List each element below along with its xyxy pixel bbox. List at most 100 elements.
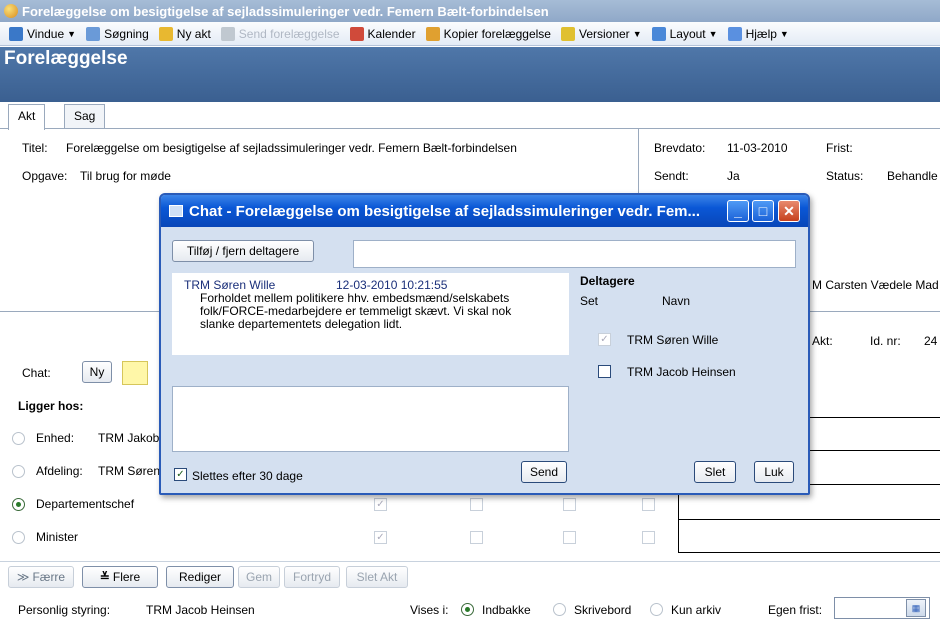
- more-button[interactable]: ≚ Flere: [82, 566, 158, 588]
- brevdato-value: 11-03-2010: [727, 141, 788, 155]
- toolbar-ny-akt-button[interactable]: Ny akt: [154, 23, 216, 45]
- kun-arkiv-label: Kun arkiv: [671, 603, 722, 617]
- radio-departementschef[interactable]: [12, 498, 25, 511]
- sendt-label: Sendt:: [654, 169, 689, 183]
- close-button[interactable]: Luk: [754, 461, 794, 483]
- close-icon[interactable]: ✕: [778, 200, 800, 222]
- status-label: Status:: [826, 169, 864, 183]
- send-button[interactable]: Send: [521, 461, 567, 483]
- versions-icon: [560, 26, 575, 41]
- toolbar-hjælp-button[interactable]: Hjælp ▼: [723, 23, 794, 45]
- chat-window-icon: [169, 205, 183, 217]
- edit-button[interactable]: Rediger: [166, 566, 234, 588]
- radio-kun-arkiv[interactable]: [650, 603, 663, 616]
- layout-icon: [651, 26, 666, 41]
- message-text: Forholdet mellem politikere hhv. embedsm…: [200, 291, 512, 331]
- send-icon: [220, 26, 235, 41]
- app-icon: [4, 4, 18, 18]
- afdeling-label: Afdeling:: [36, 464, 83, 478]
- radio-skrivebord[interactable]: [553, 603, 566, 616]
- chat-title: Chat - Forelæggelse om besigtigelse af s…: [189, 202, 700, 220]
- fewer-button[interactable]: ≫ Færre: [8, 566, 74, 588]
- tab-akt[interactable]: Akt: [8, 104, 46, 130]
- new-chat-button[interactable]: Ny: [82, 361, 112, 383]
- toolbar-vindue-button[interactable]: Vindue ▼: [4, 23, 81, 45]
- grid-line: [810, 417, 940, 418]
- grid-line: [678, 519, 940, 520]
- toolbar-layout-button[interactable]: Layout ▼: [647, 23, 723, 45]
- opgave-value: Til brug for møde: [80, 169, 171, 183]
- participant-seen-checkbox[interactable]: [598, 365, 611, 378]
- dropdown-arrow-icon[interactable]: ▼: [780, 29, 789, 39]
- toolbar-kalender-button[interactable]: Kalender: [345, 23, 421, 45]
- own-deadline-label: Egen frist:: [768, 603, 823, 617]
- grid-checkbox[interactable]: [470, 498, 483, 511]
- sendt-value: Ja: [727, 169, 740, 183]
- grid-checkbox[interactable]: [563, 531, 576, 544]
- window-title: Forelæggelse om besigtigelse af sejladss…: [22, 3, 549, 19]
- toolbar-kopier-forelæggelse-button[interactable]: Kopier forelæggelse: [421, 23, 556, 45]
- section-title: Forelæggelse: [4, 48, 128, 69]
- calendar-picker-icon[interactable]: ▦: [906, 599, 926, 617]
- titel-label: Titel:: [22, 141, 48, 155]
- titel-value: Forelæggelse om besigtigelse af sejladss…: [66, 141, 517, 155]
- chat-subject-input[interactable]: [353, 240, 796, 268]
- chat-label: Chat:: [22, 366, 51, 380]
- delete-akt-button[interactable]: Slet Akt: [346, 566, 408, 588]
- chat-title-bar[interactable]: Chat - Forelæggelse om besigtigelse af s…: [161, 195, 808, 227]
- brevdato-label: Brevdato:: [654, 141, 706, 155]
- save-button[interactable]: Gem: [238, 566, 280, 588]
- message-timestamp: 12-03-2010 10:21:55: [336, 278, 448, 292]
- chat-compose-input[interactable]: [172, 386, 569, 452]
- radio-minister[interactable]: [12, 531, 25, 544]
- dropdown-arrow-icon[interactable]: ▼: [67, 29, 76, 39]
- participants-col-seen: Set: [580, 294, 599, 308]
- grid-checkbox[interactable]: ✓: [374, 531, 387, 544]
- section-header: [0, 47, 940, 103]
- main-title-bar: Forelæggelse om besigtigelse af sejladss…: [0, 0, 940, 22]
- toolbar-versioner-button[interactable]: Versioner ▼: [556, 23, 647, 45]
- afdeling-value: TRM Søren: [98, 464, 161, 478]
- tab-sag[interactable]: Sag: [64, 104, 106, 128]
- idnr-value: 24: [924, 334, 938, 348]
- grid-checkbox[interactable]: ✓: [374, 498, 387, 511]
- grid-checkbox[interactable]: [470, 531, 483, 544]
- help-icon: [727, 26, 742, 41]
- radio-afdeling[interactable]: [12, 465, 25, 478]
- minister-label: Minister: [36, 530, 79, 544]
- delete-button[interactable]: Slet: [694, 461, 736, 483]
- new-document-icon: [158, 26, 173, 41]
- calendar-icon: [349, 26, 364, 41]
- separator: [0, 561, 940, 562]
- search-icon: [86, 26, 101, 41]
- add-remove-participants-button[interactable]: Tilføj / fjern deltagere: [172, 240, 314, 262]
- ligger-hos-heading: Ligger hos:: [18, 399, 84, 413]
- toolbar-label: Versioner: [578, 26, 630, 41]
- dropdown-arrow-icon[interactable]: ▼: [633, 29, 642, 39]
- dropdown-arrow-icon[interactable]: ▼: [709, 29, 718, 39]
- toolbar-send-forelæggelse-button[interactable]: Send forelæggelse: [216, 23, 345, 45]
- note-icon[interactable]: [122, 361, 148, 385]
- toolbar-søgning-button[interactable]: Søgning: [81, 23, 154, 45]
- double-chevron-down-icon: ≚: [99, 570, 110, 584]
- grid-checkbox[interactable]: [563, 498, 576, 511]
- radio-enhed[interactable]: [12, 432, 25, 445]
- personal-control-label: Personlig styring:: [18, 603, 111, 617]
- radio-indbakke[interactable]: [461, 603, 474, 616]
- opgave-label: Opgave:: [22, 169, 68, 183]
- toolbar-label: Ny akt: [176, 26, 211, 41]
- departementschef-label: Departementschef: [36, 497, 135, 511]
- toolbar-label: Layout: [669, 26, 706, 41]
- grid-checkbox[interactable]: [642, 498, 655, 511]
- toolbar-label: Kalender: [367, 26, 416, 41]
- delete-after-30-checkbox[interactable]: ✓: [174, 468, 187, 481]
- grid-checkbox[interactable]: [642, 531, 655, 544]
- status-value: Behandle: [887, 169, 938, 183]
- participant-name: TRM Jacob Heinsen: [627, 365, 736, 379]
- minimize-icon[interactable]: _: [727, 200, 749, 222]
- maximize-icon[interactable]: □: [752, 200, 774, 222]
- akt-label: Akt:: [812, 334, 833, 348]
- undo-button[interactable]: Fortryd: [284, 566, 340, 588]
- grid-line: [810, 484, 940, 485]
- toolbar-label: Send forelæggelse: [238, 26, 340, 41]
